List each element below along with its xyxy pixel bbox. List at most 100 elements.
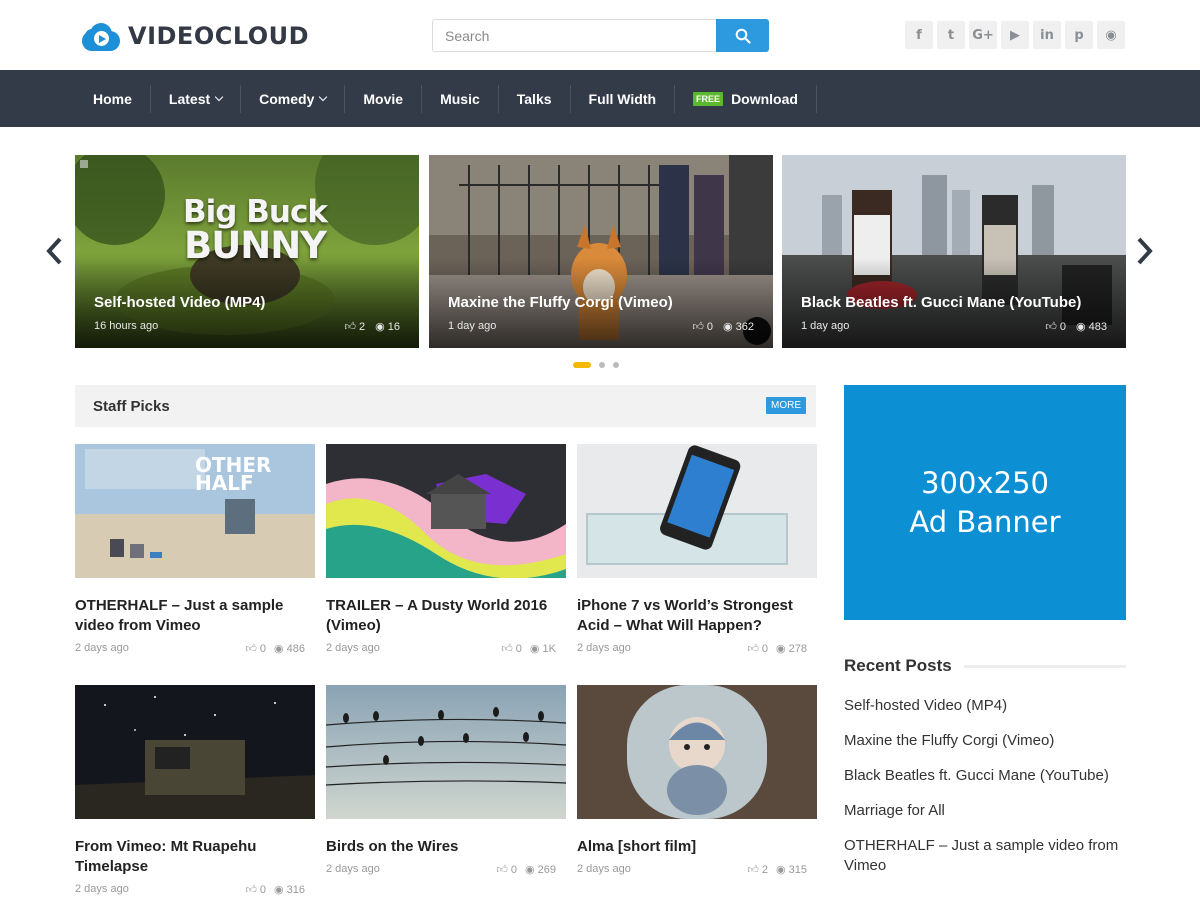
- eye-icon: ◉: [776, 864, 786, 876]
- thumbs-up-icon: 👍︎: [344, 321, 357, 333]
- video-title[interactable]: iPhone 7 vs World’s Strongest Acid – Wha…: [577, 596, 817, 636]
- video-meta: 2 days ago 👍︎ 0 ◉ 1K: [326, 642, 556, 655]
- slider-dot[interactable]: [599, 362, 605, 368]
- search-form: [432, 19, 769, 52]
- video-title[interactable]: Birds on the Wires: [326, 837, 566, 857]
- video-title[interactable]: From Vimeo: Mt Ruapehu Timelapse: [75, 837, 315, 877]
- big-buck-bunny-logo: Big Buck BUNNY: [183, 194, 328, 267]
- video-date: 2 days ago: [75, 883, 129, 895]
- free-badge: FREE: [693, 91, 724, 106]
- slider-dot[interactable]: [613, 362, 619, 368]
- video-card[interactable]: TRAILER – A Dusty World 2016 (Vimeo) 2 d…: [326, 444, 566, 658]
- video-card[interactable]: OTHER HALF OTHERHALF – Just a sample vid…: [75, 444, 315, 658]
- slide-stats: 👍︎ 2 ◉ 16: [344, 320, 400, 334]
- facebook-icon[interactable]: f: [905, 21, 933, 49]
- slide-title[interactable]: Self-hosted Video (MP4): [94, 294, 265, 311]
- staff-picks-header: Staff Picks MORE: [75, 385, 816, 427]
- slide-fluffy-corgi[interactable]: Maxine the Fluffy Corgi (Vimeo) 1 day ag…: [429, 155, 773, 348]
- search-button[interactable]: [716, 19, 769, 52]
- thumbs-up-icon: 👍︎: [501, 643, 513, 655]
- slider-pagination: [573, 362, 619, 368]
- section-title: Staff Picks: [93, 398, 170, 415]
- ad-banner[interactable]: 300x250 Ad Banner: [844, 385, 1126, 620]
- video-date: 2 days ago: [577, 642, 631, 654]
- chevron-right-icon[interactable]: [1135, 235, 1155, 267]
- slide-stats: 👍︎ 0 ◉ 362: [692, 320, 754, 334]
- slide-date: 1 day ago: [801, 320, 850, 332]
- recent-post-link[interactable]: Self-hosted Video (MP4): [844, 696, 1126, 716]
- nav-item-music[interactable]: Music: [422, 84, 499, 113]
- slide-black-beatles[interactable]: Black Beatles ft. Gucci Mane (YouTube) 1…: [782, 155, 1126, 348]
- eye-icon: ◉: [274, 643, 284, 655]
- rss-icon[interactable]: ◉: [1097, 21, 1125, 49]
- main-nav: Home Latest Comedy Movie Music Talks Ful…: [0, 70, 1200, 127]
- cloud-play-icon: [82, 20, 120, 52]
- slide-date: 16 hours ago: [94, 320, 159, 332]
- thumbs-up-icon: 👍︎: [747, 643, 759, 655]
- site-header: VIDEOCLOUD f t G+ ▶ in p ◉: [0, 0, 1200, 70]
- nav-item-talks[interactable]: Talks: [499, 84, 571, 113]
- search-input[interactable]: [432, 19, 716, 52]
- chevron-down-icon: [214, 92, 224, 102]
- thumbs-up-icon: 👍︎: [496, 864, 508, 876]
- recent-post-link[interactable]: Maxine the Fluffy Corgi (Vimeo): [844, 731, 1126, 751]
- nav-item-home[interactable]: Home: [75, 84, 151, 113]
- slide-title[interactable]: Black Beatles ft. Gucci Mane (YouTube): [801, 294, 1081, 311]
- video-title[interactable]: Alma [short film]: [577, 837, 817, 857]
- video-thumbnail[interactable]: [75, 685, 315, 819]
- video-thumbnail[interactable]: [577, 685, 817, 819]
- video-card[interactable]: Birds on the Wires 2 days ago 👍︎ 0 ◉ 269: [325, 685, 567, 879]
- eye-icon: ◉: [1076, 321, 1086, 333]
- nav-item-comedy[interactable]: Comedy: [241, 84, 346, 113]
- ad-banner-label: Ad Banner: [909, 504, 1061, 539]
- video-meta: 2 days ago 👍︎ 0 ◉ 316: [75, 883, 305, 896]
- video-card[interactable]: Alma [short film] 2 days ago 👍︎ 2 ◉ 315: [577, 685, 817, 879]
- featured-slider: Big Buck BUNNY Self-hosted Video (MP4) 1…: [0, 155, 1200, 375]
- eye-icon: ◉: [723, 321, 733, 333]
- thumbs-up-icon: 👍︎: [245, 884, 257, 896]
- site-name: VIDEOCLOUD: [128, 22, 310, 50]
- nav-item-latest[interactable]: Latest: [151, 84, 242, 113]
- youtube-icon[interactable]: ▶: [1001, 21, 1029, 49]
- slider-dot[interactable]: [573, 362, 591, 368]
- slide-self-hosted-video[interactable]: Big Buck BUNNY Self-hosted Video (MP4) 1…: [75, 155, 419, 348]
- recent-post-link[interactable]: OTHERHALF – Just a sample video from Vim…: [844, 836, 1126, 876]
- video-meta: 2 days ago 👍︎ 2 ◉ 315: [577, 863, 807, 876]
- eye-icon: ◉: [274, 884, 284, 896]
- video-thumbnail[interactable]: OTHER HALF: [75, 444, 315, 578]
- nav-item-download[interactable]: FREE Download: [675, 84, 817, 113]
- recent-post-link[interactable]: Black Beatles ft. Gucci Mane (YouTube): [844, 766, 1126, 786]
- recent-post-link[interactable]: Marriage for All: [844, 801, 1126, 821]
- thumbs-up-icon: 👍︎: [1045, 321, 1057, 333]
- svg-text:HALF: HALF: [195, 471, 254, 495]
- video-meta: 2 days ago 👍︎ 0 ◉ 278: [577, 642, 807, 655]
- site-logo[interactable]: VIDEOCLOUD: [82, 18, 309, 54]
- pinterest-icon[interactable]: p: [1065, 21, 1093, 49]
- eye-icon: ◉: [375, 321, 385, 333]
- video-meta: 2 days ago 👍︎ 0 ◉ 269: [326, 863, 556, 876]
- video-thumbnail[interactable]: [325, 685, 567, 819]
- video-thumbnail[interactable]: [577, 444, 817, 578]
- google-plus-icon[interactable]: G+: [969, 21, 997, 49]
- video-title[interactable]: TRAILER – A Dusty World 2016 (Vimeo): [326, 596, 566, 636]
- video-date: 2 days ago: [326, 642, 380, 654]
- video-card[interactable]: iPhone 7 vs World’s Strongest Acid – Wha…: [577, 444, 817, 658]
- slide-title[interactable]: Maxine the Fluffy Corgi (Vimeo): [448, 294, 673, 311]
- chevron-left-icon[interactable]: [44, 235, 64, 267]
- search-icon: [735, 28, 751, 44]
- chevron-down-icon: [319, 92, 328, 102]
- recent-posts-list: Self-hosted Video (MP4) Maxine the Fluff…: [844, 696, 1126, 891]
- nav-item-full-width[interactable]: Full Width: [571, 84, 676, 113]
- slide-date: 1 day ago: [448, 320, 497, 332]
- thumbs-up-icon: 👍︎: [245, 643, 257, 655]
- video-thumbnail[interactable]: [326, 444, 566, 579]
- video-card[interactable]: From Vimeo: Mt Ruapehu Timelapse 2 days …: [75, 685, 315, 899]
- twitter-icon[interactable]: t: [937, 21, 965, 49]
- video-title[interactable]: OTHERHALF – Just a sample video from Vim…: [75, 596, 315, 636]
- linkedin-icon[interactable]: in: [1033, 21, 1061, 49]
- nav-item-movie[interactable]: Movie: [345, 84, 423, 113]
- video-date: 2 days ago: [75, 642, 129, 654]
- social-links: f t G+ ▶ in p ◉: [905, 21, 1125, 49]
- more-button[interactable]: MORE: [766, 397, 806, 414]
- eye-icon: ◉: [525, 864, 535, 876]
